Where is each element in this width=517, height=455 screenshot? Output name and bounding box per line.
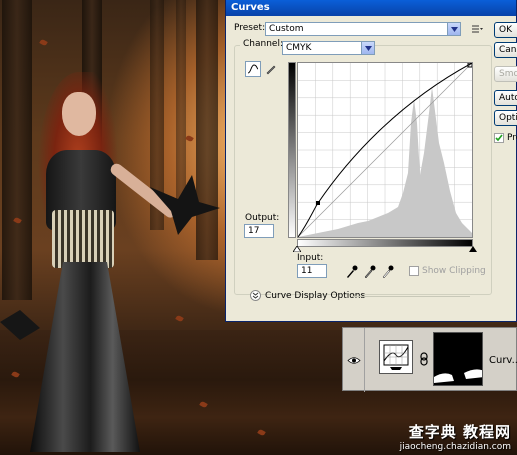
preview-label: Preview — [507, 133, 517, 143]
output-gradient-bar — [288, 62, 296, 238]
visibility-toggle[interactable] — [343, 328, 365, 392]
woman-corset — [52, 210, 114, 268]
channel-label: Channel: — [240, 39, 286, 49]
show-clipping-label: Show Clipping — [422, 266, 486, 276]
options-button[interactable]: Options... — [494, 110, 517, 126]
ok-button[interactable]: OK — [494, 22, 517, 38]
cancel-button[interactable]: Cancel — [494, 42, 517, 58]
preset-select[interactable]: Custom — [265, 22, 461, 36]
double-chevron-down-icon[interactable] — [250, 290, 261, 301]
eye-icon[interactable] — [346, 356, 361, 365]
preset-row: Preset: — [234, 23, 265, 33]
black-eyedropper-icon[interactable] — [346, 264, 358, 278]
tree-trunk — [196, 0, 218, 260]
divider — [352, 296, 470, 297]
curves-adjustment-icon — [379, 340, 413, 374]
preset-label: Preset: — [234, 23, 266, 33]
auto-button[interactable]: Auto — [494, 90, 517, 106]
dialog-title[interactable]: Curves — [226, 0, 516, 16]
layer-mask-thumbnail[interactable] — [433, 332, 483, 386]
woman-face — [62, 92, 96, 136]
curves-adjustment-layer[interactable]: Curv... — [342, 327, 517, 392]
show-clipping-row[interactable]: Show Clipping — [409, 266, 486, 276]
watermark-title: 查字典 教程网 — [408, 423, 511, 441]
preview-row[interactable]: Preview — [494, 133, 517, 143]
preview-checkbox[interactable] — [494, 133, 504, 143]
chevron-down-icon[interactable] — [361, 42, 374, 54]
channel-value: CMYK — [286, 43, 312, 53]
falling-leaf — [185, 134, 194, 143]
white-point-slider-icon[interactable] — [469, 246, 477, 252]
output-field[interactable]: 17 — [244, 224, 274, 238]
output-value: 17 — [248, 226, 260, 236]
preset-value: Custom — [269, 24, 304, 34]
tree-trunk — [2, 0, 32, 300]
show-clipping-checkbox[interactable] — [409, 266, 419, 276]
output-label: Output: — [245, 213, 280, 223]
input-value: 11 — [301, 266, 313, 276]
chain-link-icon[interactable] — [419, 352, 429, 366]
smooth-button[interactable]: Smooth — [494, 66, 517, 82]
curves-dialog: Curves Preset: Custom Channel: CMYK Outp… — [225, 0, 517, 322]
watermark: 查字典 教程网 jiaocheng.chazidian.com — [400, 421, 511, 452]
input-gradient-bar — [297, 239, 473, 247]
falling-leaf — [39, 38, 48, 47]
chevron-down-icon[interactable] — [447, 23, 460, 35]
preset-options-icon[interactable] — [470, 22, 486, 38]
input-field[interactable]: 11 — [297, 264, 327, 278]
curve-graph[interactable] — [297, 62, 473, 238]
gray-eyedropper-icon[interactable] — [364, 264, 376, 278]
curve-control-point — [316, 201, 320, 205]
watermark-url: jiaocheng.chazidian.com — [399, 442, 511, 452]
curve-display-options-toggle[interactable]: Curve Display Options — [250, 290, 365, 301]
pencil-icon[interactable] — [263, 61, 279, 77]
input-label: Input: — [297, 253, 324, 263]
woman-skirt — [30, 262, 140, 452]
curve-point-tool-icon[interactable] — [245, 61, 261, 77]
curve-graph-svg — [297, 62, 473, 238]
layer-name: Curv... — [489, 355, 517, 366]
black-point-slider-icon[interactable] — [293, 246, 301, 252]
tree-trunk — [176, 0, 186, 200]
curve-display-options-label: Curve Display Options — [265, 290, 366, 301]
white-eyedropper-icon[interactable] — [382, 264, 394, 278]
falling-leaf — [175, 314, 184, 323]
channel-select[interactable]: CMYK — [282, 41, 375, 55]
